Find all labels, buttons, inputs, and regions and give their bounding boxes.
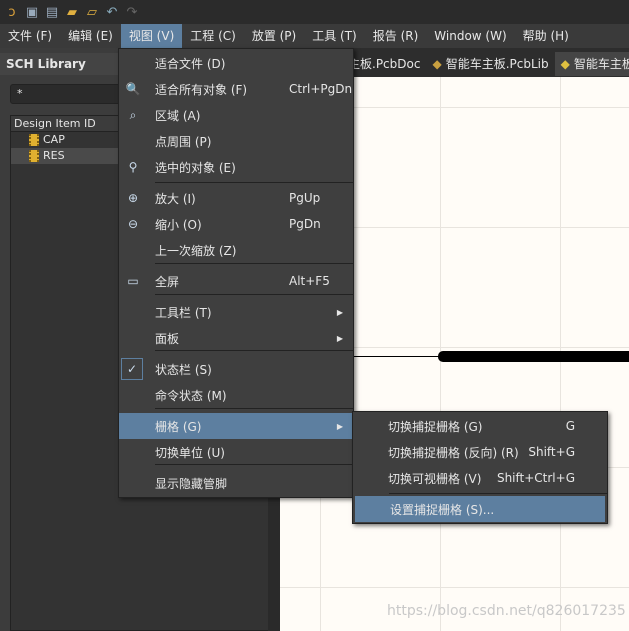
menu-separator bbox=[389, 493, 607, 494]
submenu-arrow-icon: ▶ bbox=[336, 421, 343, 431]
zoom-out-icon: ⊖ bbox=[127, 217, 139, 231]
menu-item[interactable]: ⊕ 放大 (I) PgUp bbox=[119, 185, 353, 211]
menu-separator bbox=[155, 263, 353, 264]
check-icon: ✓ bbox=[121, 358, 143, 380]
menu-item-label: 栅格 (G) bbox=[155, 419, 202, 434]
menu-item[interactable]: 适合文件 (D) bbox=[119, 50, 353, 76]
menu-item-label: 设置捕捉栅格 (S)... bbox=[390, 502, 495, 517]
submenu-item[interactable]: 切换捕捉栅格 (G) G bbox=[353, 413, 607, 439]
menu-item-label: 切换捕捉栅格 (G) bbox=[388, 419, 483, 434]
menu-item-label: 适合所有对象 (F) bbox=[155, 82, 248, 97]
menu-separator bbox=[155, 182, 353, 183]
grid-submenu: 切换捕捉栅格 (G) G 切换捕捉栅格 (反向) (R) Shift+G 切换可视栅格 … bbox=[352, 411, 608, 524]
submenu-item[interactable]: 设置捕捉栅格 (S)... bbox=[355, 496, 605, 522]
save-all-icon[interactable]: ▤ bbox=[44, 4, 60, 20]
toolbar: ↄ ▣ ▤ ▰ ▱ ↶ ↷ bbox=[0, 0, 629, 24]
menu-item-label: 切换捕捉栅格 (反向) (R) bbox=[388, 445, 519, 460]
menu-item[interactable]: 上一次缩放 (Z) bbox=[119, 237, 353, 263]
menu-item-label: 状态栏 (S) bbox=[155, 362, 212, 377]
submenu-arrow-icon: ▶ bbox=[336, 333, 343, 343]
menu-edit[interactable]: 编辑 (E) bbox=[60, 24, 121, 48]
menu-item-label: 切换单位 (U) bbox=[155, 445, 225, 460]
menu-item[interactable]: ⚲ 选中的对象 (E) bbox=[119, 154, 353, 180]
menu-item-label: 显示隐藏管脚 bbox=[155, 476, 228, 491]
open-icon[interactable]: ▰ bbox=[64, 4, 80, 20]
menu-item-label: 放大 (I) bbox=[155, 191, 196, 206]
menu-item-shortcut: PgUp bbox=[289, 191, 321, 205]
menu-project[interactable]: 工程 (C) bbox=[182, 24, 244, 48]
tab-label: 智能车主板.PcbLib bbox=[445, 57, 549, 71]
menu-item-label: 区域 (A) bbox=[155, 108, 201, 123]
menu-item[interactable]: 命令状态 (M) bbox=[119, 382, 353, 408]
menu-tools[interactable]: 工具 (T) bbox=[304, 24, 365, 48]
open-project-icon[interactable]: ▱ bbox=[84, 4, 100, 20]
menu-item-label: 上一次缩放 (Z) bbox=[155, 243, 237, 258]
menu-item[interactable]: ⌕ 区域 (A) bbox=[119, 102, 353, 128]
menu-item-label: 点周围 (P) bbox=[155, 134, 212, 149]
submenu-item[interactable]: 切换捕捉栅格 (反向) (R) Shift+G bbox=[353, 439, 607, 465]
menu-bar: 文件 (F) 编辑 (E) 视图 (V) 工程 (C) 放置 (P) 工具 (T… bbox=[0, 24, 629, 48]
menu-item-label: 适合文件 (D) bbox=[155, 56, 226, 71]
tab-pcbdoc[interactable]: 主板.PcbDoc bbox=[342, 52, 426, 76]
item-label: CAP bbox=[43, 133, 65, 146]
tab-schlib[interactable]: ◆ 智能车主板 bbox=[554, 52, 629, 76]
menu-place[interactable]: 放置 (P) bbox=[244, 24, 304, 48]
menu-file[interactable]: 文件 (F) bbox=[0, 24, 60, 48]
zoom-selected-icon: ⚲ bbox=[128, 160, 138, 174]
menu-separator bbox=[155, 408, 353, 409]
zoom-fit-icon: 🔍 bbox=[125, 82, 141, 96]
menu-item[interactable]: ✓ 状态栏 (S) bbox=[119, 356, 353, 382]
menu-item-label: 缩小 (O) bbox=[155, 217, 202, 232]
menu-help[interactable]: 帮助 (H) bbox=[515, 24, 577, 48]
schlib-icon: ◆ bbox=[560, 57, 570, 71]
watermark: https://blog.csdn.net/q826017235 bbox=[387, 603, 626, 619]
submenu-arrow-icon: ▶ bbox=[336, 307, 343, 317]
menu-item[interactable]: ▭ 全屏 Alt+F5 bbox=[119, 268, 353, 294]
component-icon bbox=[29, 150, 39, 162]
tab-pcblib[interactable]: ◆ 智能车主板.PcbLib bbox=[426, 52, 554, 76]
component-icon bbox=[29, 134, 39, 146]
menu-reports[interactable]: 报告 (R) bbox=[365, 24, 427, 48]
menu-item-label: 工具栏 (T) bbox=[155, 305, 212, 320]
menu-item-label: 全屏 bbox=[155, 274, 180, 289]
save-icon[interactable]: ▣ bbox=[24, 4, 40, 20]
app-logo-icon[interactable]: ↄ bbox=[4, 4, 20, 20]
menu-item-label: 面板 bbox=[155, 331, 180, 346]
menu-item-label: 切换可视栅格 (V) bbox=[388, 471, 482, 486]
menu-item-shortcut: Shift+G bbox=[528, 445, 575, 459]
tab-label: 智能车主板 bbox=[573, 57, 629, 71]
wire bbox=[353, 356, 443, 357]
menu-item[interactable]: 切换单位 (U) bbox=[119, 439, 353, 465]
item-label: RES bbox=[43, 149, 65, 162]
menu-item[interactable]: ⊖ 缩小 (O) PgDn bbox=[119, 211, 353, 237]
undo-icon[interactable]: ↶ bbox=[104, 4, 120, 20]
menu-item[interactable]: 栅格 (G) ▶ bbox=[119, 413, 353, 439]
menu-separator bbox=[155, 294, 353, 295]
menu-item-shortcut: Ctrl+PgDn bbox=[289, 82, 353, 96]
menu-item[interactable]: 点周围 (P) bbox=[119, 128, 353, 154]
submenu-item[interactable]: 切换可视栅格 (V) Shift+Ctrl+G bbox=[353, 465, 607, 491]
menu-window[interactable]: Window (W) bbox=[426, 24, 514, 48]
menu-view[interactable]: 视图 (V) bbox=[120, 24, 183, 48]
pcblib-icon: ◆ bbox=[432, 57, 442, 71]
fullscreen-icon: ▭ bbox=[127, 274, 139, 288]
view-menu: 适合文件 (D) 🔍 适合所有对象 (F) Ctrl+PgDn ⌕ 区域 (A) 点周围 (… bbox=[118, 48, 354, 498]
menu-item[interactable]: 显示隐藏管脚 bbox=[119, 470, 353, 496]
menu-item[interactable]: 面板 ▶ bbox=[119, 325, 353, 351]
redo-icon[interactable]: ↷ bbox=[124, 4, 140, 20]
menu-item[interactable]: 工具栏 (T) ▶ bbox=[119, 299, 353, 325]
menu-item-label: 选中的对象 (E) bbox=[155, 160, 236, 175]
menu-item-shortcut: Shift+Ctrl+G bbox=[496, 471, 575, 485]
zoom-in-icon: ⊕ bbox=[127, 191, 139, 205]
component-pin[interactable] bbox=[438, 351, 629, 362]
menu-item-label: 命令状态 (M) bbox=[155, 388, 227, 403]
menu-item-shortcut: G bbox=[565, 419, 575, 433]
menu-item-shortcut: Alt+F5 bbox=[289, 274, 330, 288]
menu-item[interactable]: 🔍 适合所有对象 (F) Ctrl+PgDn bbox=[119, 76, 353, 102]
menu-item-shortcut: PgDn bbox=[289, 217, 321, 231]
zoom-area-icon: ⌕ bbox=[129, 107, 137, 122]
